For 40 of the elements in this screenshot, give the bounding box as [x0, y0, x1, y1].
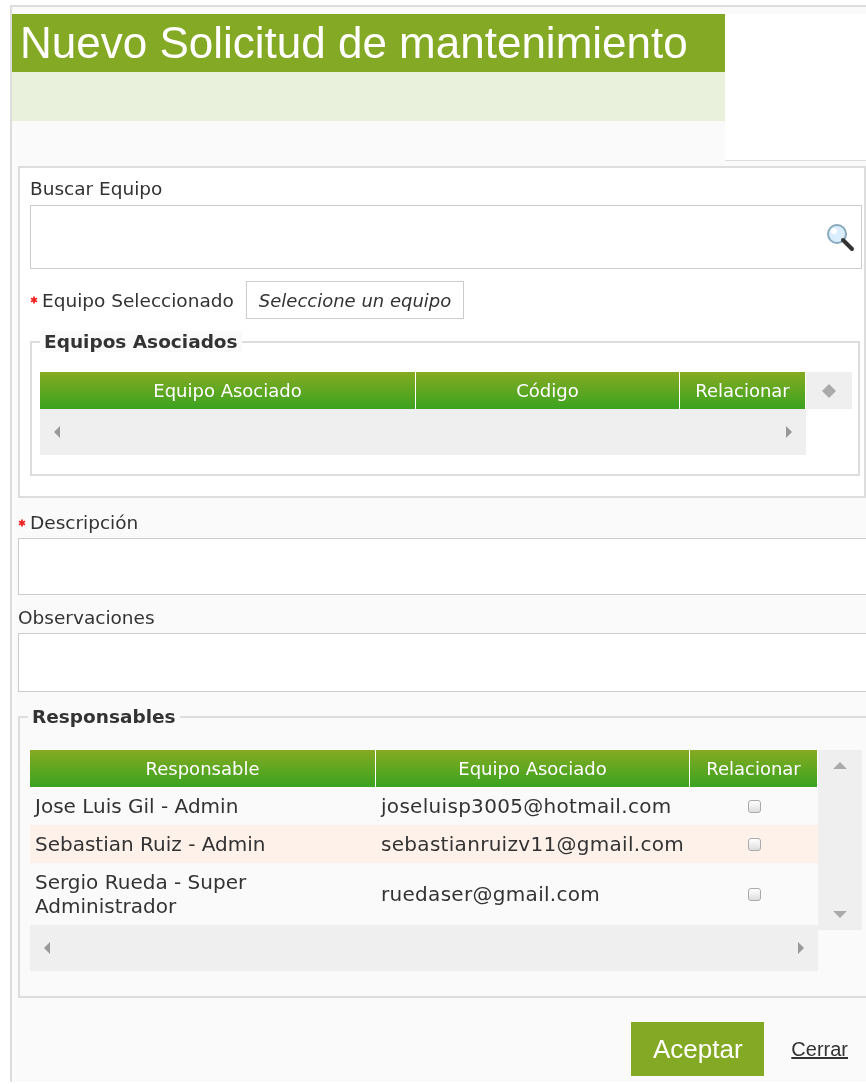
window-title: Nuevo Solicitud de mantenimiento	[12, 14, 725, 72]
column-header[interactable]: Relacionar	[690, 750, 818, 787]
observations-field[interactable]	[18, 633, 866, 692]
table-row[interactable]: Jose Luis Gil - Admin joseluisp3005@hotmail.com	[30, 787, 818, 825]
scroll-right-icon[interactable]	[786, 426, 792, 438]
table-cell: Jose Luis Gil - Admin	[35, 794, 239, 818]
field-label: Equipo Seleccionado	[42, 289, 234, 311]
column-header[interactable]: Responsable	[30, 750, 376, 787]
highlighted-row[interactable]: Sebastian Ruiz - Admin sebastianruizv11@gmail.com	[30, 825, 818, 863]
checkbox[interactable]	[747, 887, 761, 901]
close-link[interactable]: Cerrar	[791, 1037, 848, 1061]
vertical-scrollbar[interactable]	[818, 750, 862, 930]
column-header[interactable]: Relacionar	[680, 372, 806, 409]
accept-button[interactable]: Aceptar	[631, 1022, 765, 1076]
table-cell-text: Sergio Rueda - Super Administrador	[35, 870, 248, 918]
vertical-scrollbar[interactable]	[806, 372, 852, 409]
field-label: Descripción	[30, 512, 139, 533]
table-cell: Sebastian Ruiz - Admin	[35, 832, 266, 856]
table-cell: joseluisp3005@hotmail.com	[381, 794, 672, 818]
search-field[interactable]	[30, 205, 862, 269]
section-legend: Responsables	[28, 706, 180, 727]
table-row[interactable]: Sergio Rueda - Super Administrador ruedaser@gmail.com	[30, 863, 818, 925]
scroll-right-icon[interactable]	[798, 942, 804, 954]
horizontal-scrollbar[interactable]	[30, 925, 818, 971]
field-label: Observaciones	[18, 607, 155, 628]
table-cell: sebastianruizv11@gmail.com	[381, 832, 685, 856]
table-cell: ruedaser@gmail.com	[381, 882, 601, 906]
checkbox[interactable]	[747, 799, 761, 813]
field-label: Buscar Equipo	[30, 178, 163, 199]
section-legend: Equipos Asociados	[40, 331, 242, 352]
column-header[interactable]: Equipo Asociado	[40, 372, 416, 409]
checkbox[interactable]	[747, 837, 761, 851]
equipment-select-button[interactable]: Seleccione un equipo	[245, 281, 465, 319]
description-field[interactable]	[18, 538, 866, 595]
column-header[interactable]: Equipo Asociado	[376, 750, 690, 787]
horizontal-scrollbar[interactable]	[40, 409, 806, 455]
column-header[interactable]: Código	[416, 372, 680, 409]
search-icon[interactable]	[825, 222, 855, 252]
scroll-left-icon[interactable]	[54, 426, 60, 438]
scroll-left-icon[interactable]	[44, 942, 50, 954]
